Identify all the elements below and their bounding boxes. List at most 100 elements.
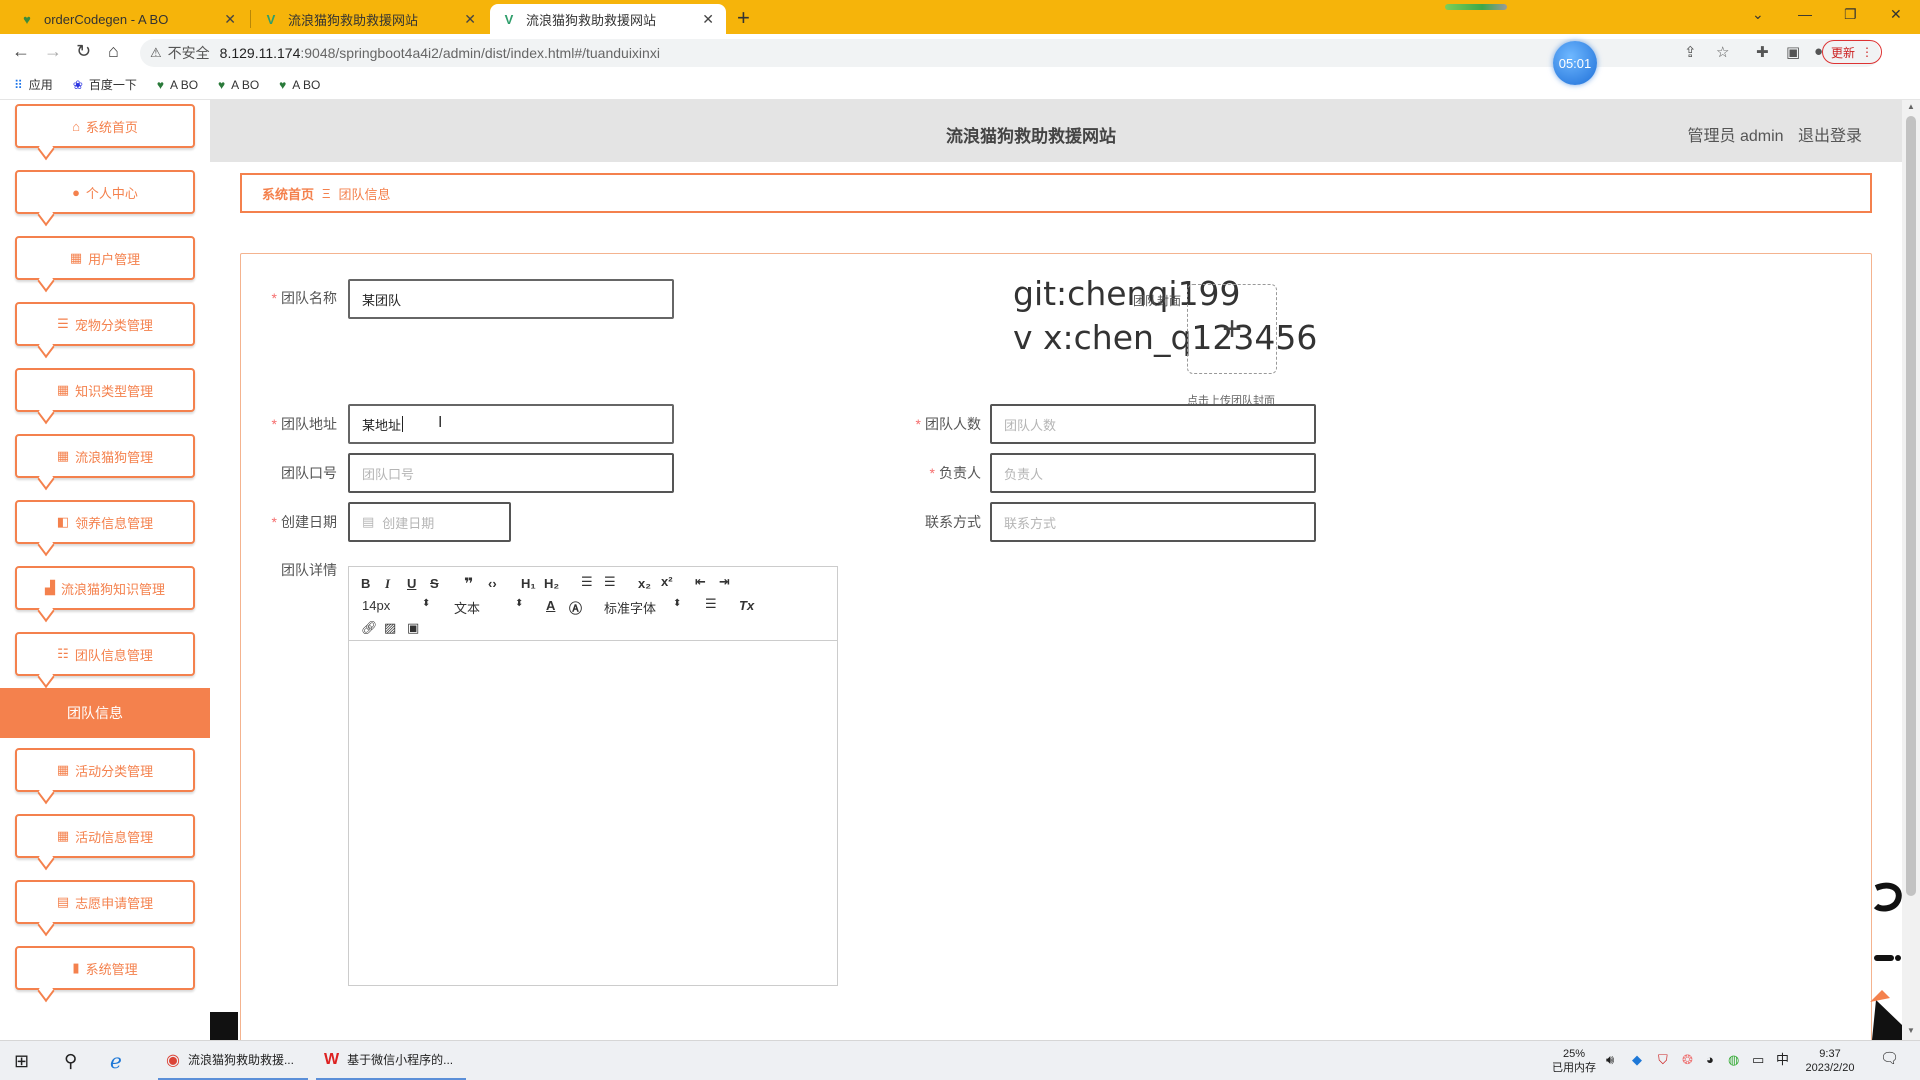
submenu-team-info-active[interactable]: 团队信息 (0, 688, 210, 738)
sidebar-item-profile[interactable]: ● 个人中心 (15, 170, 195, 214)
home-icon[interactable]: ⌂ (108, 41, 119, 62)
heading1-icon[interactable]: H₁ (521, 576, 536, 591)
font-family-select[interactable]: 标准字体 (604, 598, 656, 617)
background-color-icon[interactable]: Ⓐ (569, 598, 582, 617)
bookmark-abo[interactable]: ♥ A BO (157, 78, 198, 92)
leader-input[interactable]: 负责人 (990, 453, 1316, 493)
browser-tab[interactable]: ♥ orderCodegen - A BO ✕ (8, 4, 248, 34)
video-icon[interactable]: ▣ (407, 620, 419, 636)
superscript-icon[interactable]: x² (661, 574, 673, 589)
side-panel-icon[interactable]: ▣ (1786, 43, 1800, 61)
sidebar-item-stray-animals[interactable]: ▦ 流浪猫狗管理 (15, 434, 195, 478)
sidebar-item-system[interactable]: ▮ 系统管理 (15, 946, 195, 990)
sidebar-item-knowledge[interactable]: ▟ 流浪猫狗知识管理 (15, 566, 195, 610)
minimize-icon[interactable]: — (1798, 6, 1812, 22)
window-close-icon[interactable]: ✕ (1890, 6, 1902, 23)
network-app-icon[interactable]: ◆ (1632, 1053, 1642, 1067)
sidebar-item-pet-category[interactable]: ☰ 宠物分类管理 (15, 302, 195, 346)
font-size-select[interactable]: 14px (362, 598, 390, 613)
timer-bubble[interactable]: 05:01 (1553, 41, 1597, 85)
image-icon[interactable]: ▨ (384, 620, 396, 636)
url-field[interactable]: ⚠ 不安全 8.129.11.174:9048/springboot4a4i2/… (140, 39, 1880, 67)
sidebar-item-activity-category[interactable]: ▦ 活动分类管理 (15, 748, 195, 792)
bookmark-abo[interactable]: ♥ A BO (218, 78, 259, 92)
sidebar-item-home[interactable]: ⌂ 系统首页 (15, 104, 195, 148)
clear-format-icon[interactable]: Tx (739, 598, 754, 613)
bookmark-abo[interactable]: ♥ A BO (279, 78, 320, 92)
tab-close-icon[interactable]: ✕ (224, 11, 236, 28)
outdent-icon[interactable]: ⇤ (695, 574, 706, 590)
security-shield-icon[interactable]: ⛉ (1658, 1053, 1668, 1067)
forward-arrow-icon[interactable]: → (44, 41, 62, 62)
breadcrumb-home[interactable]: 系统首页 (262, 184, 314, 203)
text-color-icon[interactable]: A (546, 598, 555, 613)
sidebar-item-users[interactable]: ▦ 用户管理 (15, 236, 195, 280)
new-tab-icon[interactable]: + (737, 5, 750, 31)
bookmark-baidu[interactable]: ❀ 百度一下 (73, 76, 137, 93)
extensions-puzzle-icon[interactable]: ✚ (1756, 43, 1769, 61)
text-type-select[interactable]: 文本 (454, 598, 480, 617)
blockquote-icon[interactable]: ❞ (464, 574, 473, 594)
restore-icon[interactable]: ❐ (1844, 6, 1857, 23)
network-icon[interactable]: ▭ (1752, 1053, 1764, 1067)
italic-icon[interactable]: I (385, 576, 390, 592)
back-arrow-icon[interactable]: ← (12, 41, 30, 62)
align-icon[interactable]: ☰ (705, 596, 717, 612)
volume-icon[interactable]: 🔊︎ (1606, 1053, 1614, 1067)
scroll-up-arrow-icon[interactable]: ▲ (1907, 102, 1915, 111)
created-date-picker[interactable]: ▤ 创建日期 (348, 502, 511, 542)
floating-side-tool[interactable] (1868, 880, 1902, 1040)
browser-tab[interactable]: V 流浪猫狗救助救援网站 ✕ (252, 4, 488, 34)
clock[interactable]: 9:37 2023/2/20 (1800, 1047, 1860, 1075)
taskbar-app-chrome[interactable]: ◉ 流浪猫狗救助救援... (158, 1041, 308, 1080)
scroll-down-arrow-icon[interactable]: ▼ (1907, 1026, 1915, 1035)
browser-tab-bar: ♥ orderCodegen - A BO ✕ V 流浪猫狗救助救援网站 ✕ V… (0, 0, 1920, 34)
strikethrough-icon[interactable]: S (430, 576, 439, 591)
ie-browser-icon[interactable]: ℯ (110, 1041, 122, 1080)
team-slogan-input[interactable]: 团队口号 (348, 453, 674, 493)
subscript-icon[interactable]: x₂ (638, 576, 651, 591)
sidebar-item-volunteer[interactable]: ▤ 志愿申请管理 (15, 880, 195, 924)
sidebar-item-team-info[interactable]: ☷ 团队信息管理 (15, 632, 195, 676)
contact-input[interactable]: 联系方式 (990, 502, 1316, 542)
search-icon[interactable]: ⚲ (64, 1041, 77, 1080)
update-button[interactable]: 更新 ⋮ (1822, 40, 1883, 64)
page-scrollbar[interactable]: ▲ ▼ (1902, 100, 1920, 1040)
wechat-icon[interactable]: ◍ (1728, 1053, 1739, 1067)
memory-percent: 25% (1562, 1048, 1586, 1060)
indent-icon[interactable]: ⇥ (719, 574, 730, 590)
bookmark-star-icon[interactable]: ☆ (1716, 43, 1729, 61)
logout-link[interactable]: 退出登录 (1798, 128, 1862, 145)
editor-content-area[interactable] (349, 641, 837, 985)
tab-list-chevron-icon[interactable]: ⌄ (1752, 6, 1764, 23)
ordered-list-icon[interactable]: ☰ (581, 574, 593, 590)
qq-penguin-icon[interactable]: ◕ (1706, 1053, 1714, 1067)
browser-tab-active[interactable]: V 流浪猫狗救助救援网站 ✕ (490, 4, 726, 34)
memory-indicator[interactable]: 25% 已用内存 (1552, 1047, 1596, 1075)
scrollbar-thumb[interactable] (1906, 116, 1916, 896)
team-name-input[interactable]: 某团队 (348, 279, 674, 319)
underline-icon[interactable]: U (407, 576, 416, 591)
taskbar-app-wps[interactable]: W 基于微信小程序的... (316, 1041, 466, 1080)
bookmark-apps[interactable]: ⠿ 应用 (14, 76, 53, 93)
cover-upload-button[interactable]: + (1187, 284, 1277, 374)
link-icon[interactable]: 🔗︎ (361, 620, 378, 636)
sidebar-item-adoption[interactable]: ◧ 领养信息管理 (15, 500, 195, 544)
ime-indicator[interactable]: 中 (1776, 1053, 1789, 1067)
notification-icon[interactable]: 🗨︎ (1880, 1051, 1899, 1066)
tray-app-icon[interactable]: ❂ (1682, 1053, 1693, 1067)
reload-icon[interactable]: ↻ (76, 41, 91, 62)
heading2-icon[interactable]: H₂ (544, 576, 559, 591)
bold-icon[interactable]: B (361, 576, 370, 591)
tab-close-icon[interactable]: ✕ (702, 11, 714, 28)
share-icon[interactable]: ⇪ (1684, 43, 1697, 61)
windows-start-icon[interactable]: ⊞ (14, 1041, 29, 1080)
team-address-input[interactable]: 某地址 (348, 404, 674, 444)
code-icon[interactable]: ‹› (488, 576, 497, 591)
sidebar-item-activity-info[interactable]: ▦ 活动信息管理 (15, 814, 195, 858)
sidebar-item-knowledge-type[interactable]: ▦ 知识类型管理 (15, 368, 195, 412)
team-count-input[interactable]: 团队人数 (990, 404, 1316, 444)
baidu-paw-icon: ❀ (72, 77, 83, 92)
tab-close-icon[interactable]: ✕ (464, 11, 476, 28)
bullet-list-icon[interactable]: ☰ (604, 574, 616, 590)
